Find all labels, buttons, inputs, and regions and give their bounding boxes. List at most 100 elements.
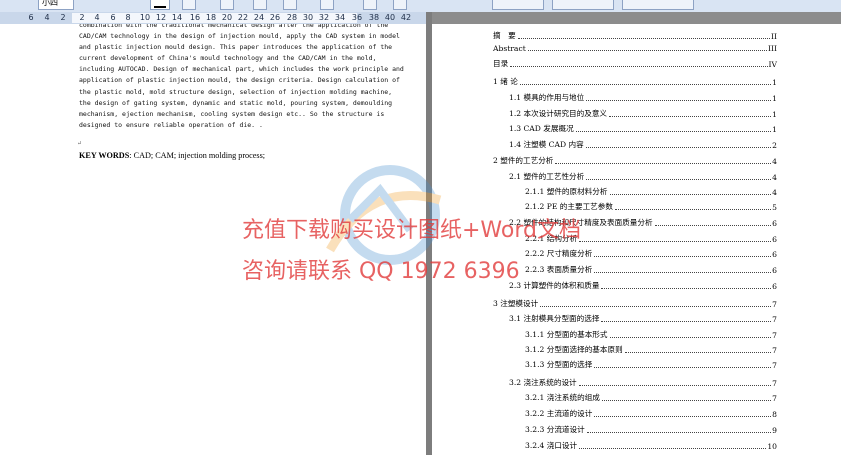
toc-entry-page: 6 [772,219,777,228]
toc-entry[interactable]: 3.2.2 主流道的设计 8 [525,408,777,419]
toc-entry[interactable]: 2.3 计算塑件的体积和质量 6 [509,280,777,291]
toc-entry-page: 7 [772,361,777,370]
toc-entry-page: 2 [772,141,777,150]
toc-entry-label: 摘 要 [493,31,516,40]
ruler-tick-label: 2 [79,13,85,22]
abstract-line: the design of gating system, dynamic and… [79,98,393,107]
toc-entry-page: 6 [772,266,777,275]
toc-leader-dots [579,241,772,242]
abstract-line: mechanism, ejection mechanism, cooling s… [79,109,385,118]
toc-leader-dots [510,66,768,67]
toc-entry-label: 1.4 注塑模 CAD 内容 [509,140,584,149]
toc-leader-dots [609,116,772,117]
toc-entry-page: 9 [772,426,777,435]
toc-entry-label: 2.1.1 塑件的原材料分析 [525,187,608,196]
toc-entry[interactable]: 2.1.1 塑件的原材料分析 4 [525,186,777,197]
toc-entry[interactable]: 3.1.3 分型面的选择 7 [525,359,777,370]
toc-entry-label: 3.2.4 浇口设计 [525,441,578,450]
toc-entry-page: II [771,32,777,41]
toc-leader-dots [586,100,772,101]
toc-entry[interactable]: 2.2.3 表面质量分析 6 [525,264,777,275]
toc-entry-page: 7 [772,346,777,355]
ruler-tick-label: 14 [171,13,183,22]
abstract-line: and plastic injection mould design. This… [79,43,393,52]
toc-entry[interactable]: 1.4 注塑模 CAD 内容 2 [509,139,777,150]
toc-entry[interactable]: 3.2.4 浇口设计 10 [525,440,777,451]
toc-entry[interactable]: 3.2 浇注系统的设计 7 [509,377,777,388]
ruler-tick-label: 36 [351,13,363,22]
toc-entry[interactable]: 3.1.1 分型面的基本形式 7 [525,329,777,340]
ruler-tick-label: 12 [155,13,167,22]
toc-entry[interactable]: 2.1.2 PE 的主要工艺参数 5 [525,201,777,212]
ruler-tick-label: 30 [302,13,314,22]
font-color-button[interactable] [150,0,170,10]
ruler-tick-label: 26 [269,13,281,22]
toc-entry-label: 1.1 模具的作用与地位 [509,93,585,102]
toolbar-button[interactable] [320,0,334,10]
toc-entry[interactable]: 1.3 CAD 发展概况 1 [509,123,777,134]
ruler-tick-label: 22 [237,13,249,22]
toolbar-button[interactable] [363,0,377,10]
toc-entry-label: 3.2.3 分流道设计 [525,425,585,434]
toc-entry-page: IV [768,60,777,69]
toc-entry-label: 2.1 塑件的工艺性分析 [509,172,585,181]
toc-entry[interactable]: 3.1 注射模具分型面的选择 7 [509,313,777,324]
toc-entry[interactable]: Abstract III [493,44,777,53]
font-size-combo[interactable]: 小四 [38,0,74,10]
toolbar-group[interactable] [492,0,544,10]
toc-entry[interactable]: 2 塑件的工艺分析 4 [493,155,777,166]
paragraph-mark: ↵ [77,140,83,147]
toc-entry-label: 2 塑件的工艺分析 [493,156,554,165]
toc-entry[interactable]: 1.2 本次设计研究目的及意义 1 [509,108,777,119]
toolbar-button[interactable] [283,0,297,10]
ruler-tick-label: 10 [139,13,151,22]
toc-entry-label: 2.3 计算塑件的体积和质量 [509,281,600,290]
toc-leader-dots [555,163,772,164]
toc-leader-dots [601,321,772,322]
abstract-line: current development of China's mould tec… [79,54,377,63]
toc-leader-dots [601,288,772,289]
watermark-line-2: 咨询请联系 QQ 1972 6396 [242,259,520,284]
toc-leader-dots [579,448,767,449]
keywords-label: KEY WORDS [79,151,130,160]
toc-entry[interactable]: 3.2.1 浇注系统的组成 7 [525,392,777,403]
toc-entry-label: 3.1.2 分型面选择的基本原则 [525,345,623,354]
toc-entry[interactable]: 3.2.3 分流道设计 9 [525,424,777,435]
abstract-line: the plastic mold, mold structure design,… [79,87,393,96]
ruler-tick-label: 24 [253,13,265,22]
toc-leader-dots [614,209,772,210]
toc-leader-dots [540,306,772,307]
ruler-tick-label: 38 [368,13,380,22]
toolbar-button[interactable] [253,0,267,10]
toc-leader-dots [601,400,772,401]
abstract-line: combination with the traditional mechani… [79,24,389,29]
toc-leader-dots [609,337,772,338]
toc-entry[interactable]: 1.1 模具的作用与地位 1 [509,92,777,103]
toc-entry-page: 7 [772,300,777,309]
toc-entry-label: 3.2 浇注系统的设计 [509,378,577,387]
toc-entry[interactable]: 目录 IV [493,58,777,69]
toc-entry-page: 7 [772,331,777,340]
toolbar-button[interactable] [220,0,234,10]
toc-entry[interactable]: 2.2.2 尺寸精度分析 6 [525,248,777,259]
abstract-line: designed to ensure reliable operation of… [79,120,263,129]
toc-entry-page: 1 [772,125,777,134]
toc-leader-dots [586,179,772,180]
toc-leader-dots [527,50,767,51]
toc-entry[interactable]: 2.1 塑件的工艺性分析 4 [509,171,777,182]
toc-leader-dots [594,367,772,368]
toc-leader-dots [575,131,772,132]
toc-entry[interactable]: 3.1.2 分型面选择的基本原则 7 [525,344,777,355]
toolbar-group[interactable] [622,0,694,10]
toc-entry[interactable]: 1 绪 论 1 [493,76,777,87]
toc-entry-label: 3 注塑模设计 [493,299,539,308]
toc-entry-label: 3.2.1 浇注系统的组成 [525,393,600,402]
toc-entry-page: 7 [772,315,777,324]
toolbar-button[interactable] [182,0,196,10]
toc-entry[interactable]: 摘 要 II [493,30,777,41]
font-size-value: 小四 [42,0,58,7]
toc-entry[interactable]: 3 注塑模设计 7 [493,298,777,309]
toolbar-group[interactable] [552,0,614,10]
toolbar-button[interactable] [393,0,407,10]
keywords-line: KEY WORDS: CAD; CAM; injection molding p… [79,151,265,160]
